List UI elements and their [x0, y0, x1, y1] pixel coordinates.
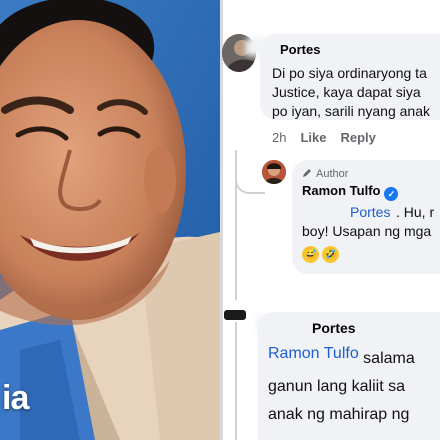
redacted-name — [256, 316, 308, 336]
comment-bubble: Portes Di po siya ordinaryong ta Justice… — [246, 34, 440, 120]
reply-bubble: Author Ramon Tulfo ✓ Portes . Hu, r boy! … — [292, 160, 440, 274]
news-photo: ia — [0, 0, 220, 440]
watermark-text: ia — [2, 379, 29, 417]
comment-thread: Portes Di po siya ordinaryong ta Justice… — [220, 0, 440, 440]
author-photo-icon — [262, 160, 286, 184]
avatar[interactable] — [224, 310, 246, 320]
rolling-laughing-emoji-icon: 🤣 — [322, 246, 339, 263]
commenter-name[interactable]: Ramon Tulfo ✓ — [302, 183, 399, 201]
reply-text: . Hu, r — [396, 204, 435, 220]
reply-button[interactable]: Reply — [340, 130, 375, 145]
verified-badge-icon: ✓ — [384, 187, 399, 201]
man-portrait-image — [0, 0, 220, 440]
comment-text: Di po siya ordinaryong ta Justice, kaya … — [272, 65, 430, 119]
commenter-name[interactable]: Portes — [312, 320, 356, 336]
avatar[interactable] — [262, 160, 286, 184]
mention-link[interactable]: Portes — [350, 204, 390, 220]
author-badge: Author — [302, 168, 348, 180]
thread-line — [235, 322, 237, 440]
grinning-sweat-emoji-icon: 😅 — [302, 246, 319, 263]
pen-icon — [303, 169, 311, 177]
comment-text: Ramon Tulfo salama ganun lang kaliit sa … — [268, 350, 415, 423]
commenter-name[interactable]: Portes — [280, 42, 320, 57]
like-button[interactable]: Like — [300, 130, 326, 145]
comment-bubble: Portes Ramon Tulfo Ramon Tulfo salama ga… — [256, 312, 440, 440]
timestamp: 2h — [272, 130, 287, 145]
thread-connector — [235, 168, 265, 194]
comment-meta: 2h Like Reply — [272, 130, 390, 145]
divider — [220, 0, 223, 440]
reply-text: boy! Usapan ng mga — [302, 223, 432, 239]
